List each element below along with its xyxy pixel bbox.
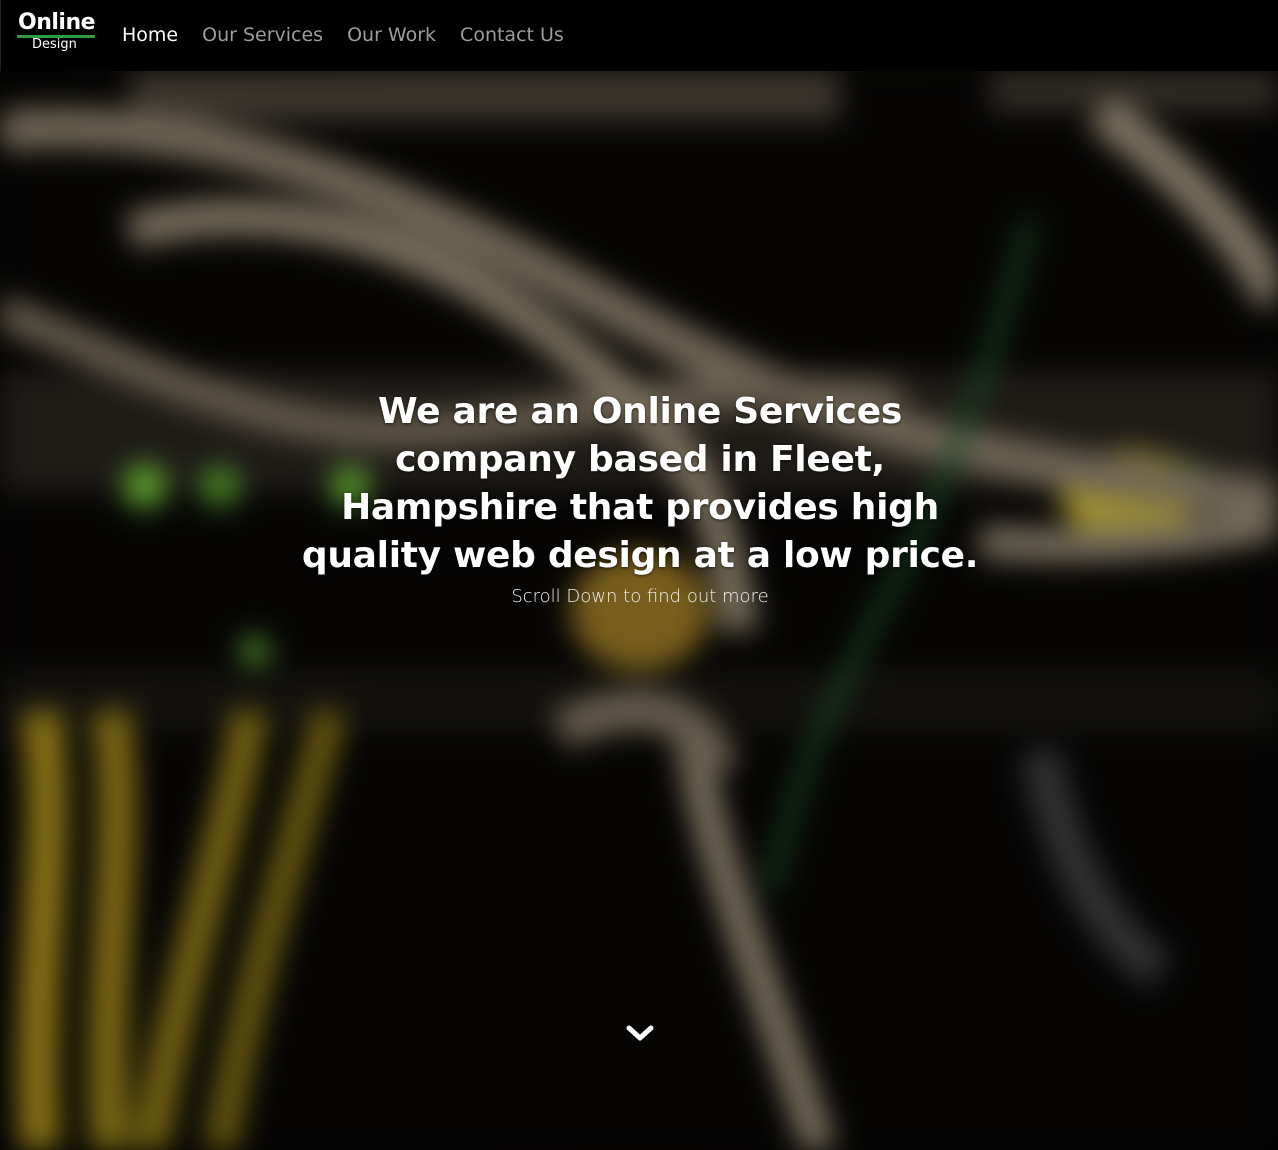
hero-heading: We are an Online Services company based … — [300, 388, 980, 580]
hero-content: We are an Online Services company based … — [300, 388, 980, 612]
logo-text-design: Design — [32, 37, 77, 52]
logo-text-online: Online — [18, 10, 96, 35]
page: Online Design Home Our Services Our Work… — [0, 0, 1278, 1150]
site-logo[interactable]: Online Design — [17, 10, 97, 58]
hero-heading-line: Hampshire that provides high — [341, 487, 939, 528]
hero-heading-line: quality web design at a low price. — [301, 535, 979, 576]
nav-link-home[interactable]: Home — [122, 20, 178, 50]
nav-link-contact-us[interactable]: Contact Us — [460, 20, 564, 50]
nav-link-our-work[interactable]: Our Work — [347, 20, 436, 50]
hero-heading-line: We are an Online Services — [378, 391, 902, 432]
chevron-down-icon[interactable] — [624, 1021, 656, 1045]
hero-subtext: Scroll Down to find out more — [511, 586, 769, 607]
hero-heading-line: company based in Fleet, — [395, 439, 885, 480]
navbar: Online Design Home Our Services Our Work… — [0, 0, 1278, 71]
nav-link-our-services[interactable]: Our Services — [202, 20, 323, 50]
nav-links: Home Our Services Our Work Contact Us — [122, 20, 564, 50]
